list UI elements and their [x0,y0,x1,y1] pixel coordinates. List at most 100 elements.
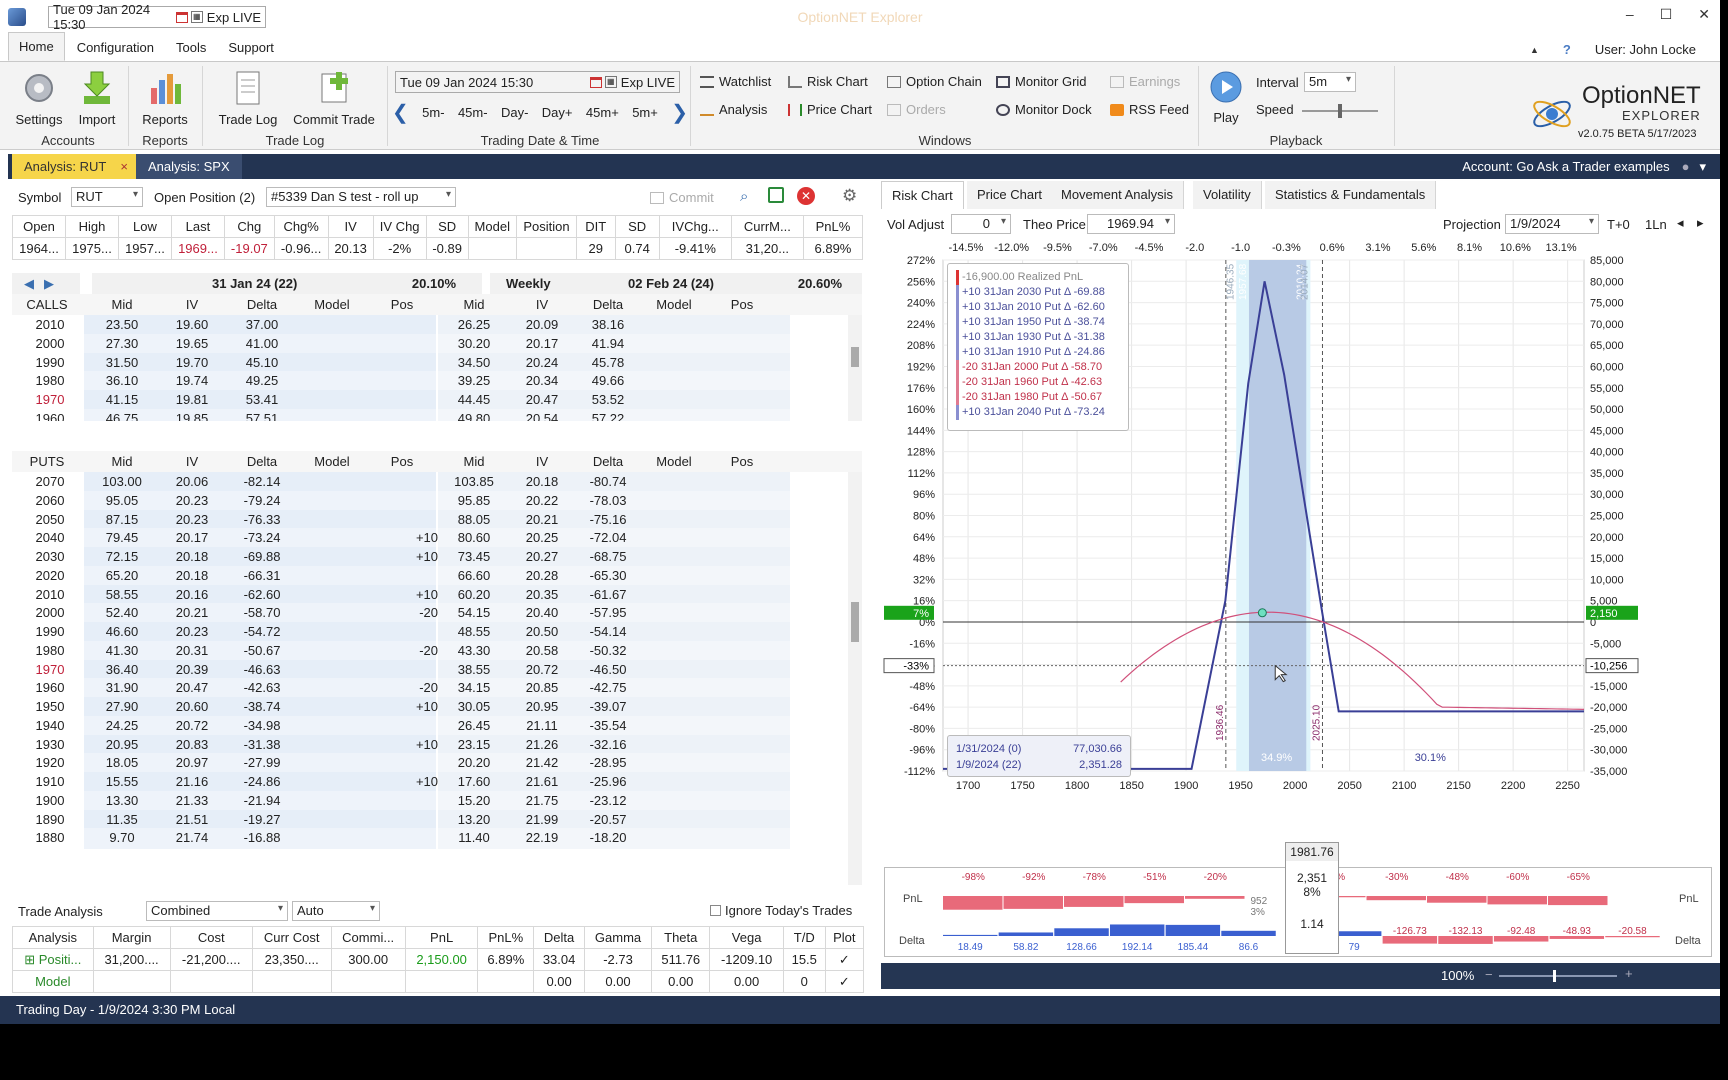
t0-label[interactable]: T+0 [1607,217,1630,232]
chain-row[interactable]: 1970 36.40 20.39 -46.63 38.55 20.72 -46.50 [12,659,848,681]
puts-scrollbar[interactable] [848,472,862,885]
tab-analysis-rut[interactable]: Analysis: RUT × [12,154,140,179]
import-button[interactable]: Import [72,70,122,127]
chain-cell[interactable]: +10 [366,697,438,718]
speed-slider[interactable] [1302,104,1378,118]
monitor-grid-button[interactable]: Monitor Grid [996,74,1087,89]
help-icon[interactable]: ? [1563,42,1571,57]
zoom-slider[interactable] [1499,970,1617,982]
chain-row[interactable]: 1950 27.90 20.60 -38.74 +10 30.05 20.95 -39.07 [12,697,848,718]
step-day-back[interactable]: Day- [501,105,528,120]
minimize-button[interactable]: – [1626,6,1634,23]
next-arrow-icon[interactable]: ▶ [44,276,54,291]
collapse-ribbon-icon[interactable]: ▲ [1530,45,1539,55]
play-button[interactable]: Play [1206,70,1246,125]
tab-risk-chart[interactable]: Risk Chart [881,181,964,209]
tab-statistics[interactable]: Statistics & Fundamentals [1265,181,1437,209]
chain-row[interactable]: 1910 15.55 21.16 -24.86 +10 17.60 21.61 -25.96 [12,772,848,793]
tab-movement-analysis[interactable]: Movement Analysis [1051,181,1184,209]
chain-cell[interactable]: +10 [366,547,438,568]
summary-row[interactable]: ⊞ Positi... 31,200.... -21,200.... 23,350..… [12,948,865,971]
title-datetime-field[interactable]: Tue 09 Jan 2024 15:30 ▦ Exp LIVE [48,2,266,32]
search-icon[interactable]: ⌕ [740,188,748,205]
option-chain-button[interactable]: Option Chain [887,74,982,89]
grid-icon[interactable]: ▦ [604,76,617,88]
clear-icon[interactable]: ✕ [797,187,815,205]
current-price-marker[interactable] [1257,608,1267,618]
chain-row[interactable]: 2000 52.40 20.21 -58.70 -20 54.15 20.40 -57.95 [12,603,848,624]
chain-row[interactable]: 1900 13.30 21.33 -21.94 15.20 21.75 -23.12 [12,790,848,812]
risk-chart-button[interactable]: Risk Chart [788,74,868,89]
chain-cell[interactable]: +10 [366,528,438,549]
chain-row[interactable]: 1990 31.50 19.70 45.10 34.50 20.24 45.78 [12,352,848,374]
step-day-forward[interactable]: Day+ [542,105,573,120]
chain-row[interactable]: 1960 31.90 20.47 -42.63 -20 34.15 20.85 -42.75 [12,678,848,699]
menu-tab-configuration[interactable]: Configuration [67,34,164,61]
settings-icon[interactable]: ⚙ [842,186,857,206]
summary-row[interactable]: Model 0.00 0.00 0.00 0.00 0 ✓ [12,970,865,993]
watchlist-button[interactable]: Watchlist [700,74,771,89]
lln-label[interactable]: 1Ln [1645,217,1667,232]
trade-analysis-auto-dropdown[interactable]: Auto [292,901,380,921]
chain-cell[interactable]: +10 [366,585,438,606]
zoom-in-icon[interactable]: + [1625,966,1633,981]
chain-cell[interactable]: +10 [366,735,438,756]
chain-row[interactable]: 1930 20.95 20.83 -31.38 +10 23.15 21.26 -32.16 [12,734,848,756]
theo-price-spinner[interactable]: 1969.94 [1087,214,1175,234]
calls-scrollbar[interactable] [848,315,862,421]
chain-row[interactable]: 1920 18.05 20.97 -27.99 20.20 21.42 -28.95 [12,753,848,774]
account-menu-icon[interactable]: ▾ [1699,159,1706,174]
zoom-slider-handle[interactable] [1553,970,1556,982]
tab-price-chart[interactable]: Price Chart [967,181,1054,209]
export-icon[interactable] [768,187,784,203]
chain-cell[interactable]: -20 [366,603,438,624]
prev-arrow-icon[interactable]: ◀ [24,276,34,291]
analysis-button[interactable]: Analysis [700,102,767,117]
chain-row[interactable]: 2030 72.15 20.18 -69.88 +10 73.45 20.27 -68.75 [12,547,848,568]
reports-button[interactable]: Reports [140,70,190,127]
orders-button[interactable]: Orders [887,102,946,117]
chain-row[interactable]: 2020 65.20 20.18 -66.31 66.60 20.28 -65.30 [12,565,848,587]
puts-scroll-thumb[interactable] [851,602,859,642]
symbol-dropdown[interactable]: RUT [71,187,143,207]
trade-log-button[interactable]: Trade Log [215,70,281,127]
step-back-icon[interactable]: ❮ [392,100,409,125]
trading-datetime-field[interactable]: Tue 09 Jan 2024 15:30 ▦ Exp LIVE [395,71,680,93]
menu-tab-home[interactable]: Home [8,32,65,61]
step-45m-back[interactable]: 45m- [458,105,488,120]
close-button[interactable]: ✕ [1698,6,1710,23]
step-5m-back[interactable]: 5m- [422,105,444,120]
summary-cell[interactable]: ✓ [824,970,865,993]
calendar-icon[interactable] [175,11,188,23]
risk-chart[interactable]: 1700 1750 1800 1850 1900 1950 2000 2050 2100 2150… [881,239,1720,859]
grid-icon[interactable]: ▦ [190,11,203,23]
calls-scroll-thumb[interactable] [851,347,859,367]
tab-volatility[interactable]: Volatility [1193,181,1262,209]
chain-row[interactable]: 1890 11.35 21.51 -19.27 13.20 21.99 -20.57 [12,809,848,831]
chain-row[interactable]: 2060 95.05 20.23 -79.24 95.85 20.22 -78.03 [12,490,848,512]
step-forward-icon[interactable]: ❯ [671,100,688,125]
menu-tab-tools[interactable]: Tools [166,34,216,61]
vol-adjust-spinner[interactable]: 0 [951,214,1011,234]
chain-row[interactable]: 1880 9.70 21.74 -16.88 11.40 22.19 -18.20 [12,828,848,849]
next-projection-icon[interactable]: ▸ [1697,215,1704,231]
interval-dropdown[interactable]: 5m [1304,72,1356,92]
chain-row[interactable]: 2010 58.55 20.16 -62.60 +10 60.20 20.35 -61.67 [12,584,848,606]
tab-analysis-spx[interactable]: Analysis: SPX [136,154,242,179]
chain-row[interactable]: 1980 41.30 20.31 -50.67 -20 43.30 20.58 -50.32 [12,640,848,662]
chain-cell[interactable]: -20 [366,678,438,699]
earnings-button[interactable]: Earnings [1110,74,1180,89]
chain-row[interactable]: 2000 27.30 19.65 41.00 30.20 20.17 41.94 [12,333,848,355]
rss-feed-button[interactable]: RSS Feed [1110,102,1189,117]
chain-row[interactable]: 2070 103.00 20.06 -82.14 103.85 20.18 -80.74 [12,472,848,493]
ignore-checkbox[interactable] [710,905,721,916]
menu-tab-support[interactable]: Support [218,34,284,61]
chain-row[interactable]: 2010 23.50 19.60 37.00 26.25 20.09 38.16 [12,315,848,336]
chain-row[interactable]: 1980 36.10 19.74 49.25 39.25 20.34 49.66 [12,371,848,392]
calendar-icon[interactable] [589,76,602,88]
maximize-button[interactable]: ☐ [1660,6,1673,23]
step-5m-forward[interactable]: 5m+ [632,105,658,120]
trade-analysis-mode-dropdown[interactable]: Combined [146,901,288,921]
chain-row[interactable]: 2050 87.15 20.23 -76.33 88.05 20.21 -75.16 [12,509,848,531]
price-chart-button[interactable]: Price Chart [788,102,872,117]
